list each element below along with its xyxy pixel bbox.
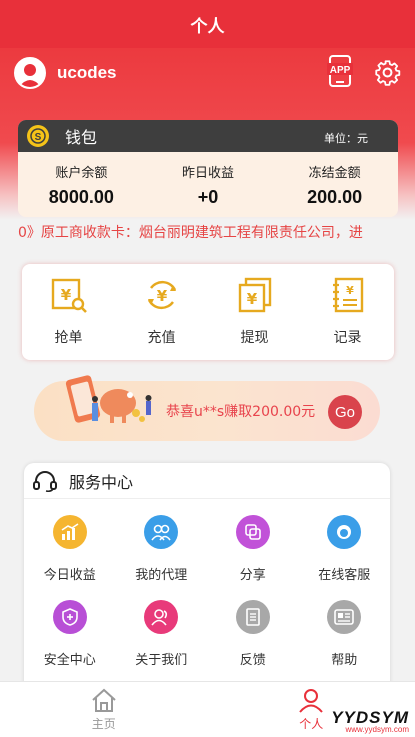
- customer-service-icon: [327, 515, 362, 549]
- service-center-header: 服务中心: [24, 463, 390, 499]
- tab-home-label: 主页: [91, 717, 116, 731]
- promo-text: 恭喜u**s赚取200.00元: [166, 404, 316, 420]
- shield-icon: [52, 600, 87, 634]
- wallet-header: S 钱包 单位：元: [18, 120, 398, 152]
- chart-icon: [52, 515, 87, 549]
- service-item-label: 我的代理: [135, 568, 188, 583]
- notice-text: 0》原工商收款卡：烟台丽明建筑工程有限责任公司，进: [18, 225, 363, 241]
- help-icon: [327, 600, 362, 634]
- recharge-icon: ¥: [147, 280, 176, 310]
- promo-banner[interactable]: 恭喜u**s赚取200.00元 Go: [34, 375, 380, 441]
- withdraw-icon: ¥: [238, 277, 271, 313]
- service-item-my-agents[interactable]: 我的代理: [116, 515, 208, 600]
- service-item-label: 关于我们: [135, 653, 188, 668]
- balance-value: 8000.00: [48, 187, 114, 207]
- wallet-unit: 单位：元: [324, 132, 368, 145]
- action-records-label: 记录: [333, 330, 362, 346]
- action-withdraw-label: 提现: [240, 330, 269, 346]
- action-grab-order-label: 抢单: [54, 330, 83, 346]
- frozen-amount-column: 冻结金额 200.00: [271, 152, 398, 217]
- gear-icon[interactable]: [374, 59, 401, 86]
- coin-icon: S: [27, 125, 49, 147]
- yesterday-income-label: 昨日收益: [182, 166, 235, 181]
- service-item-today-income[interactable]: 今日收益: [24, 515, 116, 600]
- action-grab-order[interactable]: ¥ 抢单: [22, 264, 115, 360]
- page-title: 个人: [190, 16, 225, 37]
- tab-home[interactable]: 主页: [0, 682, 208, 737]
- username: ucodes: [57, 63, 117, 82]
- yesterday-income-column: 昨日收益 +0: [145, 152, 272, 217]
- service-item-label: 帮助: [331, 653, 358, 668]
- notice-marquee: 0》原工商收款卡：烟台丽明建筑工程有限责任公司，进: [0, 222, 415, 244]
- app-download-icon[interactable]: APP: [327, 55, 353, 87]
- service-item-label: 分享: [239, 568, 266, 583]
- action-withdraw[interactable]: ¥ 提现: [208, 264, 301, 360]
- balance-column: 账户余额 8000.00: [18, 152, 145, 217]
- service-item-label: 反馈: [239, 653, 266, 668]
- piggy-bank-illustration: [65, 375, 152, 423]
- watermark: YYDSYM www.yydsym.com: [331, 708, 409, 734]
- service-item-about-us[interactable]: 关于我们: [116, 600, 208, 685]
- svg-text:¥: ¥: [246, 290, 257, 308]
- wallet-title: 钱包: [65, 128, 98, 147]
- service-item-share[interactable]: 分享: [207, 515, 299, 600]
- service-item-label: 安全中心: [43, 653, 96, 668]
- agents-icon: [144, 515, 179, 549]
- headset-icon: [33, 470, 57, 492]
- quick-actions-card: ¥ 抢单 ¥ 充值 ¥ 提现 ¥ 记录: [22, 264, 394, 360]
- svg-text:¥: ¥: [60, 286, 71, 304]
- frozen-amount-label: 冻结金额: [308, 166, 361, 181]
- home-icon: [92, 688, 116, 712]
- action-records[interactable]: ¥ 记录: [301, 264, 394, 360]
- tab-profile-label: 个人: [299, 717, 324, 731]
- service-item-help[interactable]: 帮助: [299, 600, 391, 685]
- action-recharge-label: 充值: [147, 330, 176, 346]
- feedback-icon: [235, 600, 270, 634]
- about-icon: [144, 600, 179, 634]
- share-icon: [235, 515, 270, 549]
- service-item-feedback[interactable]: 反馈: [207, 600, 299, 685]
- avatar-icon: [19, 64, 41, 87]
- frozen-amount-value: 200.00: [307, 187, 363, 207]
- service-grid: 今日收益 我的代理 分享 在线客服 安全中心 关于我们 反馈 帮助: [24, 499, 390, 685]
- user-profile[interactable]: ucodes: [14, 56, 117, 90]
- action-recharge[interactable]: ¥ 充值: [115, 264, 208, 360]
- service-item-security[interactable]: 安全中心: [24, 600, 116, 685]
- avatar[interactable]: [14, 57, 46, 89]
- svg-text:¥: ¥: [346, 284, 354, 297]
- grab-order-icon: ¥: [51, 278, 87, 313]
- go-button[interactable]: Go: [328, 395, 362, 429]
- app-badge-text: APP: [330, 65, 351, 76]
- yesterday-income-value: +0: [197, 187, 219, 207]
- service-item-label: 今日收益: [43, 568, 96, 583]
- service-center-card: 服务中心 今日收益 我的代理 分享 在线客服 安全中心 关于我们 反馈 帮助: [24, 463, 390, 693]
- service-item-online-service[interactable]: 在线客服: [299, 515, 391, 600]
- records-icon: ¥: [332, 277, 363, 313]
- service-item-label: 在线客服: [318, 568, 371, 583]
- svg-text:¥: ¥: [156, 287, 167, 305]
- top-bar: 个人: [0, 0, 415, 48]
- svg-text:S: S: [35, 132, 42, 143]
- person-icon: [299, 689, 324, 713]
- balance-label: 账户余额: [55, 166, 108, 181]
- service-center-title: 服务中心: [69, 472, 134, 492]
- wallet-card: S 钱包 单位：元 账户余额 8000.00 昨日收益 +0 冻结金额 200.…: [18, 120, 398, 217]
